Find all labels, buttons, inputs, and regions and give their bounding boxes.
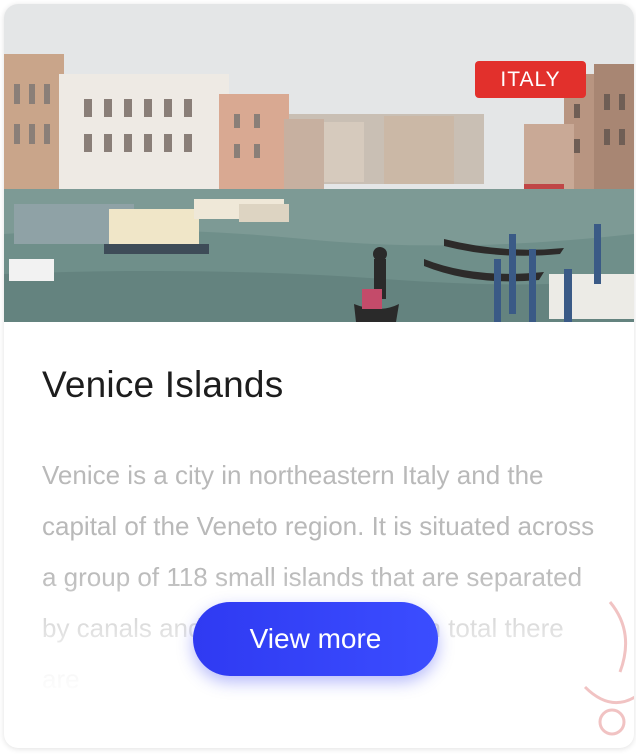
- venice-canal-photo: ITALY: [4, 4, 634, 322]
- view-more-button[interactable]: View more: [193, 602, 438, 676]
- country-badge: ITALY: [475, 61, 586, 98]
- card-title: Venice Islands: [42, 364, 284, 405]
- destination-card: ITALY Venice Islands Venice is a city in…: [4, 4, 634, 748]
